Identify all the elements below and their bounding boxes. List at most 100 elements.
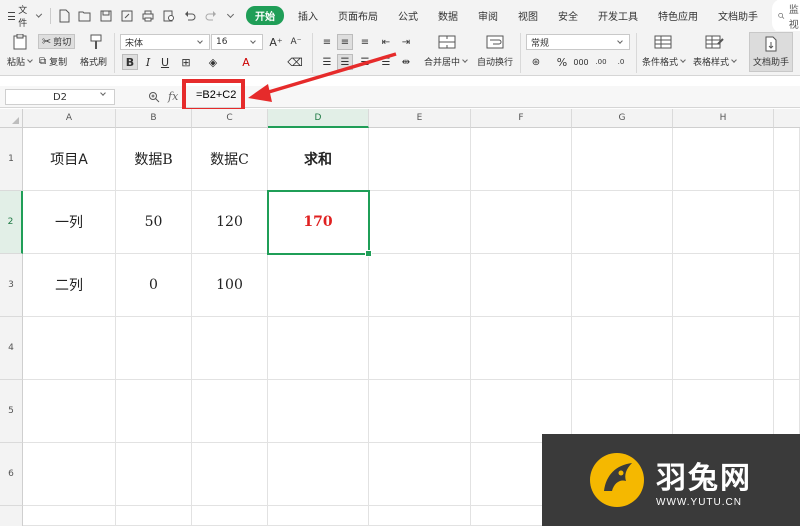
- column-header-f[interactable]: F: [471, 109, 572, 128]
- cell-e3[interactable]: [369, 254, 471, 317]
- table-style-button[interactable]: 表格样式: [693, 55, 739, 68]
- cell-c1[interactable]: 数据C: [192, 128, 268, 191]
- thousands-separator-icon[interactable]: 000: [573, 54, 589, 70]
- cell-d7[interactable]: [268, 506, 369, 526]
- table-style-icon[interactable]: [704, 34, 724, 50]
- new-document-icon[interactable]: [57, 9, 71, 23]
- currency-icon[interactable]: ⊛: [528, 54, 544, 70]
- cell-b5[interactable]: [116, 380, 192, 443]
- tab-view[interactable]: 视图: [508, 8, 548, 23]
- conditional-format-button[interactable]: 条件格式: [642, 55, 688, 68]
- column-header-a[interactable]: A: [23, 109, 116, 128]
- cell-d1[interactable]: 求和: [268, 128, 369, 191]
- merge-center-icon[interactable]: [437, 34, 457, 50]
- cell-f3[interactable]: [471, 254, 572, 317]
- wrap-text-button[interactable]: 自动换行: [477, 55, 513, 68]
- row-header-5[interactable]: 5: [0, 380, 23, 443]
- cell-a6[interactable]: [23, 443, 116, 506]
- cell-b4[interactable]: [116, 317, 192, 380]
- number-format-select[interactable]: 常规: [526, 34, 630, 50]
- row-header-1[interactable]: 1: [0, 128, 23, 191]
- column-header-e[interactable]: E: [369, 109, 471, 128]
- decrease-indent-icon[interactable]: ⇤: [378, 34, 394, 50]
- cell-g3[interactable]: [572, 254, 673, 317]
- tab-security[interactable]: 安全: [548, 8, 588, 23]
- row-header-next[interactable]: [0, 506, 23, 526]
- tab-formulas[interactable]: 公式: [388, 8, 428, 23]
- row-header-6[interactable]: 6: [0, 443, 23, 506]
- cell-e5[interactable]: [369, 380, 471, 443]
- file-menu[interactable]: 文件: [0, 0, 50, 31]
- cell-i2[interactable]: [774, 191, 800, 254]
- cell-h3[interactable]: [673, 254, 774, 317]
- cell-b3[interactable]: 0: [116, 254, 192, 317]
- cell-g4[interactable]: [572, 317, 673, 380]
- align-middle-icon[interactable]: ≡: [337, 34, 353, 50]
- cell-e1[interactable]: [369, 128, 471, 191]
- save-icon[interactable]: [99, 9, 113, 23]
- cell-d4[interactable]: [268, 317, 369, 380]
- cell-c3[interactable]: 100: [192, 254, 268, 317]
- shrink-font-icon[interactable]: A⁻: [288, 34, 304, 50]
- cell-f4[interactable]: [471, 317, 572, 380]
- tab-home[interactable]: 开始: [246, 6, 285, 25]
- cell-b6[interactable]: [116, 443, 192, 506]
- paste-button[interactable]: 粘贴: [7, 55, 35, 68]
- merge-center-button[interactable]: 合并居中: [424, 55, 470, 68]
- cell-i4[interactable]: [774, 317, 800, 380]
- cell-d3[interactable]: [268, 254, 369, 317]
- cell-b2[interactable]: 50: [116, 191, 192, 254]
- column-header-next[interactable]: [774, 109, 800, 128]
- open-folder-icon[interactable]: [78, 9, 92, 23]
- increase-decimal-icon[interactable]: .00: [593, 54, 609, 70]
- format-painter-icon[interactable]: [86, 34, 106, 50]
- tab-insert[interactable]: 插入: [288, 8, 328, 23]
- print-preview-icon[interactable]: [162, 9, 176, 23]
- cell-e6[interactable]: [369, 443, 471, 506]
- tab-data[interactable]: 数据: [428, 8, 468, 23]
- cell-c6[interactable]: [192, 443, 268, 506]
- format-painter-button[interactable]: 格式刷: [80, 55, 107, 68]
- cell-i1[interactable]: [774, 128, 800, 191]
- increase-indent-icon[interactable]: ⇥: [398, 34, 414, 50]
- row-header-3[interactable]: 3: [0, 254, 23, 317]
- undo-icon[interactable]: [183, 9, 197, 23]
- cell-a2[interactable]: 一列: [23, 191, 116, 254]
- cell-c5[interactable]: [192, 380, 268, 443]
- percent-button[interactable]: %: [554, 54, 570, 70]
- fill-color-icon[interactable]: ◈: [205, 54, 221, 70]
- tab-special-apps[interactable]: 特色应用: [648, 8, 708, 23]
- tab-review[interactable]: 审阅: [468, 8, 508, 23]
- copy-button[interactable]: ⧉ 复制: [39, 55, 67, 68]
- cell-b1[interactable]: 数据B: [116, 128, 192, 191]
- column-header-b[interactable]: B: [116, 109, 192, 128]
- column-header-h[interactable]: H: [673, 109, 774, 128]
- cell-d5[interactable]: [268, 380, 369, 443]
- cell-f2[interactable]: [471, 191, 572, 254]
- cell-e4[interactable]: [369, 317, 471, 380]
- cell-e7[interactable]: [369, 506, 471, 526]
- cell-a5[interactable]: [23, 380, 116, 443]
- cell-h2[interactable]: [673, 191, 774, 254]
- align-top-icon[interactable]: ≡: [319, 34, 335, 50]
- cell-b7[interactable]: [116, 506, 192, 526]
- row-header-4[interactable]: 4: [0, 317, 23, 380]
- italic-button[interactable]: I: [140, 54, 156, 70]
- cell-f1[interactable]: [471, 128, 572, 191]
- search-box[interactable]: 监视: [772, 0, 800, 33]
- tab-developer[interactable]: 开发工具: [588, 8, 648, 23]
- print-icon[interactable]: [141, 9, 155, 23]
- border-icon[interactable]: ⊞: [178, 54, 194, 70]
- decrease-decimal-icon[interactable]: .0: [613, 54, 629, 70]
- align-bottom-icon[interactable]: ≡: [357, 34, 373, 50]
- underline-button[interactable]: U: [157, 54, 173, 70]
- cell-d6[interactable]: [268, 443, 369, 506]
- cell-c7[interactable]: [192, 506, 268, 526]
- bold-button[interactable]: B: [122, 54, 138, 70]
- cell-i3[interactable]: [774, 254, 800, 317]
- cell-a4[interactable]: [23, 317, 116, 380]
- cell-e2[interactable]: [369, 191, 471, 254]
- column-header-d[interactable]: D: [268, 109, 369, 128]
- conditional-format-icon[interactable]: [653, 34, 673, 50]
- grow-font-icon[interactable]: A⁺: [268, 34, 284, 50]
